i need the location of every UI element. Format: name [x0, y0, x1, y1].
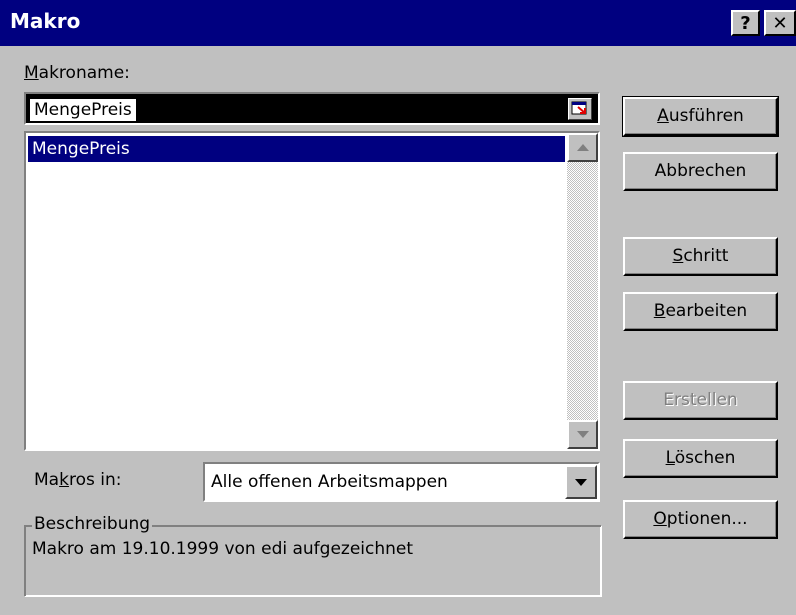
makro-dialog: Makro ? ✕ Makroname: MengePreis MengePre…	[0, 0, 796, 615]
vertical-scrollbar[interactable]	[567, 133, 598, 449]
makros-in-value: Alle offenen Arbeitsmappen	[211, 472, 448, 492]
list-item[interactable]: MengePreis	[28, 136, 565, 162]
collapse-dialog-icon	[571, 101, 587, 115]
schritt-button[interactable]: Schritt	[623, 237, 778, 276]
beschreibung-legend: Beschreibung	[32, 513, 153, 535]
scroll-up-button[interactable]	[567, 133, 598, 162]
loeschen-button[interactable]: Löschen	[623, 439, 778, 478]
beschreibung-group: Beschreibung Makro am 19.10.1999 von edi…	[24, 513, 602, 597]
scroll-down-button[interactable]	[567, 420, 598, 449]
optionen-button[interactable]: Optionen...	[623, 500, 778, 539]
makroname-input-value: MengePreis	[30, 99, 136, 121]
macro-list[interactable]: MengePreis	[24, 131, 600, 451]
makros-in-label: Makros in:	[34, 470, 122, 490]
close-button[interactable]: ✕	[764, 10, 796, 36]
arrow-down-icon	[577, 431, 589, 438]
bearbeiten-button[interactable]: Bearbeiten	[623, 292, 778, 331]
chevron-down-icon	[575, 479, 587, 486]
collapse-dialog-button[interactable]	[568, 98, 592, 120]
ausfuehren-button[interactable]: Ausführen	[622, 96, 779, 137]
arrow-up-icon	[577, 144, 589, 151]
makros-in-select[interactable]: Alle offenen Arbeitsmappen	[203, 462, 600, 502]
abbrechen-button[interactable]: Abbrechen	[623, 152, 778, 191]
makroname-label: Makroname:	[24, 63, 130, 83]
title-bar[interactable]: Makro ? ✕	[0, 0, 796, 46]
beschreibung-text: Makro am 19.10.1999 von edi aufgezeichne…	[32, 539, 414, 559]
makros-in-dropdown-button[interactable]	[565, 465, 597, 499]
window-title: Makro	[10, 9, 81, 33]
erstellen-button[interactable]: Erstellen	[623, 381, 778, 420]
help-button[interactable]: ?	[731, 10, 760, 36]
makroname-input[interactable]: MengePreis	[24, 92, 600, 125]
